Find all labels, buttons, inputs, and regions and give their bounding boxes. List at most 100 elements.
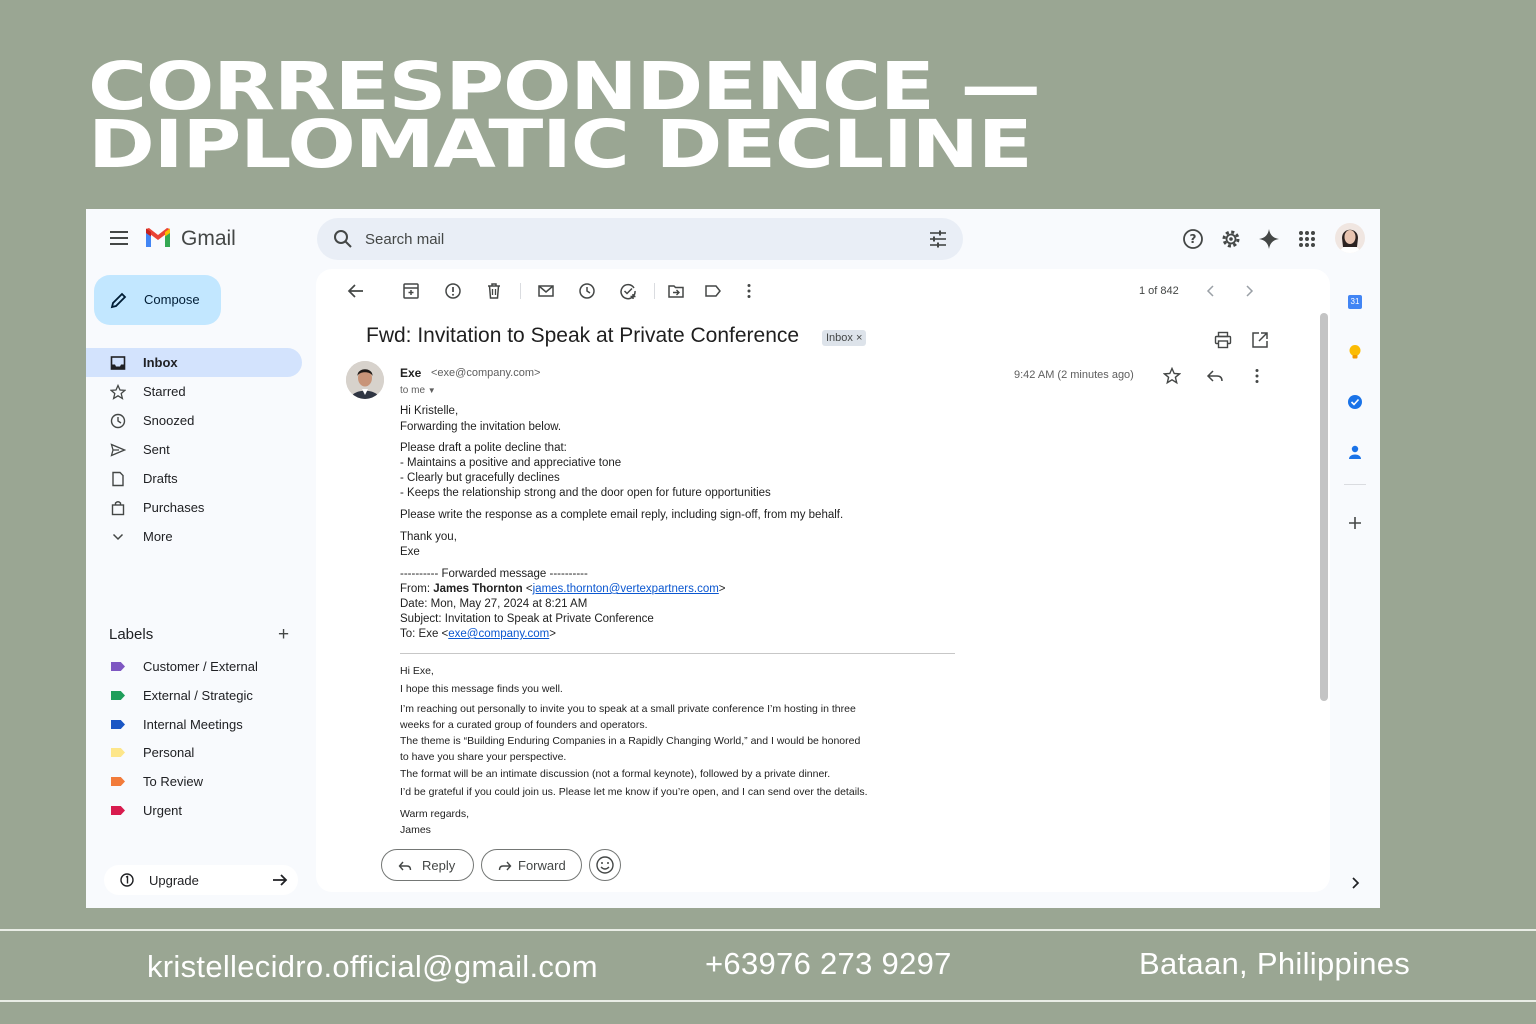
arrow-right-icon	[273, 874, 288, 886]
account-avatar[interactable]	[1335, 223, 1365, 253]
main-menu-icon[interactable]	[110, 231, 128, 245]
label-icon[interactable]	[704, 282, 722, 300]
label-customer-external[interactable]: Customer / External	[86, 652, 302, 681]
email-body-line: Thank you,	[400, 531, 457, 543]
email-view: 1 of 842 Fwd: Invitation to Speak at Pri…	[316, 269, 1330, 892]
move-to-folder-icon[interactable]	[667, 282, 685, 300]
calendar-icon[interactable]: 31	[1347, 294, 1363, 310]
report-spam-icon[interactable]	[444, 282, 462, 300]
mark-unread-icon[interactable]	[537, 282, 555, 300]
trash-icon[interactable]	[485, 282, 503, 300]
keep-lightbulb-icon[interactable]	[1347, 344, 1363, 360]
gmail-logo-icon	[146, 228, 170, 247]
label-personal[interactable]: Personal	[86, 738, 302, 767]
label-to-review[interactable]: To Review	[86, 767, 302, 796]
upgrade-button[interactable]: Upgrade	[104, 865, 298, 895]
label-tag-icon	[111, 662, 125, 671]
quoted-line: Hi Exe,	[400, 665, 434, 677]
apps-grid-icon[interactable]	[1296, 228, 1318, 250]
reply-icon	[398, 861, 412, 871]
recipient-line[interactable]: to me ▼	[400, 385, 436, 396]
star-icon[interactable]	[1163, 367, 1181, 385]
sidebar-item-sent[interactable]: Sent	[86, 435, 302, 464]
label-name: To Review	[143, 774, 203, 789]
poster-title: CORRESPONDENCE — DIPLOMATIC DECLINE	[88, 54, 1041, 178]
quoted-line: The format will be an intimate discussio…	[400, 768, 831, 780]
sidebar-item-label: Inbox	[143, 355, 178, 370]
forward-button[interactable]: Forward	[481, 849, 582, 881]
app-name: Gmail	[181, 227, 236, 250]
search-input[interactable]: Search mail	[365, 231, 444, 248]
label-external-strategic[interactable]: External / Strategic	[86, 681, 302, 710]
search-icon[interactable]	[333, 229, 353, 249]
archive-icon[interactable]	[402, 282, 420, 300]
settings-gear-icon[interactable]	[1220, 228, 1242, 250]
more-vert-icon[interactable]	[1248, 367, 1266, 385]
scrollbar-thumb[interactable]	[1320, 313, 1328, 701]
expand-panel-chevron-icon[interactable]	[1347, 875, 1363, 891]
chevron-down-icon	[112, 533, 124, 541]
search-bar[interactable]: Search mail	[317, 218, 963, 260]
email-body-line: - Maintains a positive and appreciative …	[400, 457, 622, 469]
email-body-line: Please draft a polite decline that:	[400, 442, 567, 454]
label-name: External / Strategic	[143, 688, 253, 703]
quoted-divider	[400, 653, 955, 654]
sidebar-item-starred[interactable]: Starred	[86, 377, 302, 406]
sender-portrait-icon	[346, 361, 384, 399]
label-name: Personal	[143, 745, 195, 760]
footer-location: Bataan, Philippines	[1139, 946, 1411, 981]
forward-label: Forward	[518, 858, 566, 873]
sidebar-item-more[interactable]: More	[86, 522, 302, 551]
compose-button[interactable]: Compose	[94, 275, 221, 325]
upgrade-icon	[120, 873, 134, 887]
add-addon-plus-icon[interactable]	[1347, 515, 1363, 531]
sidebar-item-purchases[interactable]: Purchases	[86, 493, 302, 522]
more-vert-icon[interactable]	[740, 282, 758, 300]
sidebar-item-label: More	[143, 529, 173, 544]
label-internal-meetings[interactable]: Internal Meetings	[86, 710, 302, 739]
toolbar-divider	[520, 283, 521, 299]
sender-avatar[interactable]	[346, 361, 384, 399]
back-arrow-icon[interactable]	[347, 282, 365, 300]
sidebar-item-drafts[interactable]: Drafts	[86, 464, 302, 493]
sidebar-item-label: Drafts	[143, 471, 178, 486]
email-body-line: Forwarding the invitation below.	[400, 421, 562, 433]
tasks-check-icon[interactable]	[1347, 394, 1363, 410]
forwarded-subject: Subject: Invitation to Speak at Private …	[400, 613, 654, 625]
caret-down-icon[interactable]: ▼	[428, 386, 436, 395]
quoted-line: to have you share your perspective.	[400, 751, 567, 763]
email-body-line: Hi Kristelle,	[400, 405, 459, 417]
contacts-person-icon[interactable]	[1347, 444, 1363, 460]
shopping-bag-icon	[111, 501, 125, 516]
sidebar-item-inbox[interactable]: Inbox	[86, 348, 302, 377]
print-icon[interactable]	[1214, 331, 1232, 349]
sidebar-item-snoozed[interactable]: Snoozed	[86, 406, 302, 435]
top-bar: Gmail Search mail ?	[86, 209, 1380, 269]
label-urgent[interactable]: Urgent	[86, 796, 302, 825]
chevron-left-icon[interactable]	[1202, 282, 1220, 300]
snooze-clock-icon[interactable]	[578, 282, 596, 300]
forwarded-header: ---------- Forwarded message ----------	[400, 568, 588, 580]
star-icon	[110, 384, 126, 400]
reply-icon[interactable]	[1206, 367, 1224, 385]
fwd-to-email-link[interactable]: exe@company.com	[448, 628, 549, 640]
fwd-from-email-link[interactable]: james.thornton@vertexpartners.com	[533, 583, 719, 595]
reply-button[interactable]: Reply	[381, 849, 474, 881]
add-label-button[interactable]: +	[278, 624, 289, 646]
toolbar-divider	[654, 283, 655, 299]
label-tag-icon	[111, 720, 125, 729]
search-options-icon[interactable]	[929, 230, 947, 248]
quoted-line: James	[400, 824, 431, 836]
email-toolbar: 1 of 842	[316, 269, 1330, 313]
help-icon[interactable]: ?	[1182, 228, 1204, 250]
email-body-line: Please write the response as a complete …	[400, 509, 844, 521]
label-tag-icon	[111, 748, 125, 757]
sender-name: Exe	[400, 366, 422, 380]
chevron-right-icon[interactable]	[1240, 282, 1258, 300]
forwarded-date: Date: Mon, May 27, 2024 at 8:21 AM	[400, 598, 588, 610]
open-in-new-window-icon[interactable]	[1251, 331, 1269, 349]
inbox-label-chip[interactable]: Inbox ×	[822, 330, 867, 346]
gemini-sparkle-icon[interactable]	[1258, 228, 1280, 250]
emoji-reaction-button[interactable]	[589, 849, 621, 881]
add-task-icon[interactable]	[619, 282, 637, 300]
